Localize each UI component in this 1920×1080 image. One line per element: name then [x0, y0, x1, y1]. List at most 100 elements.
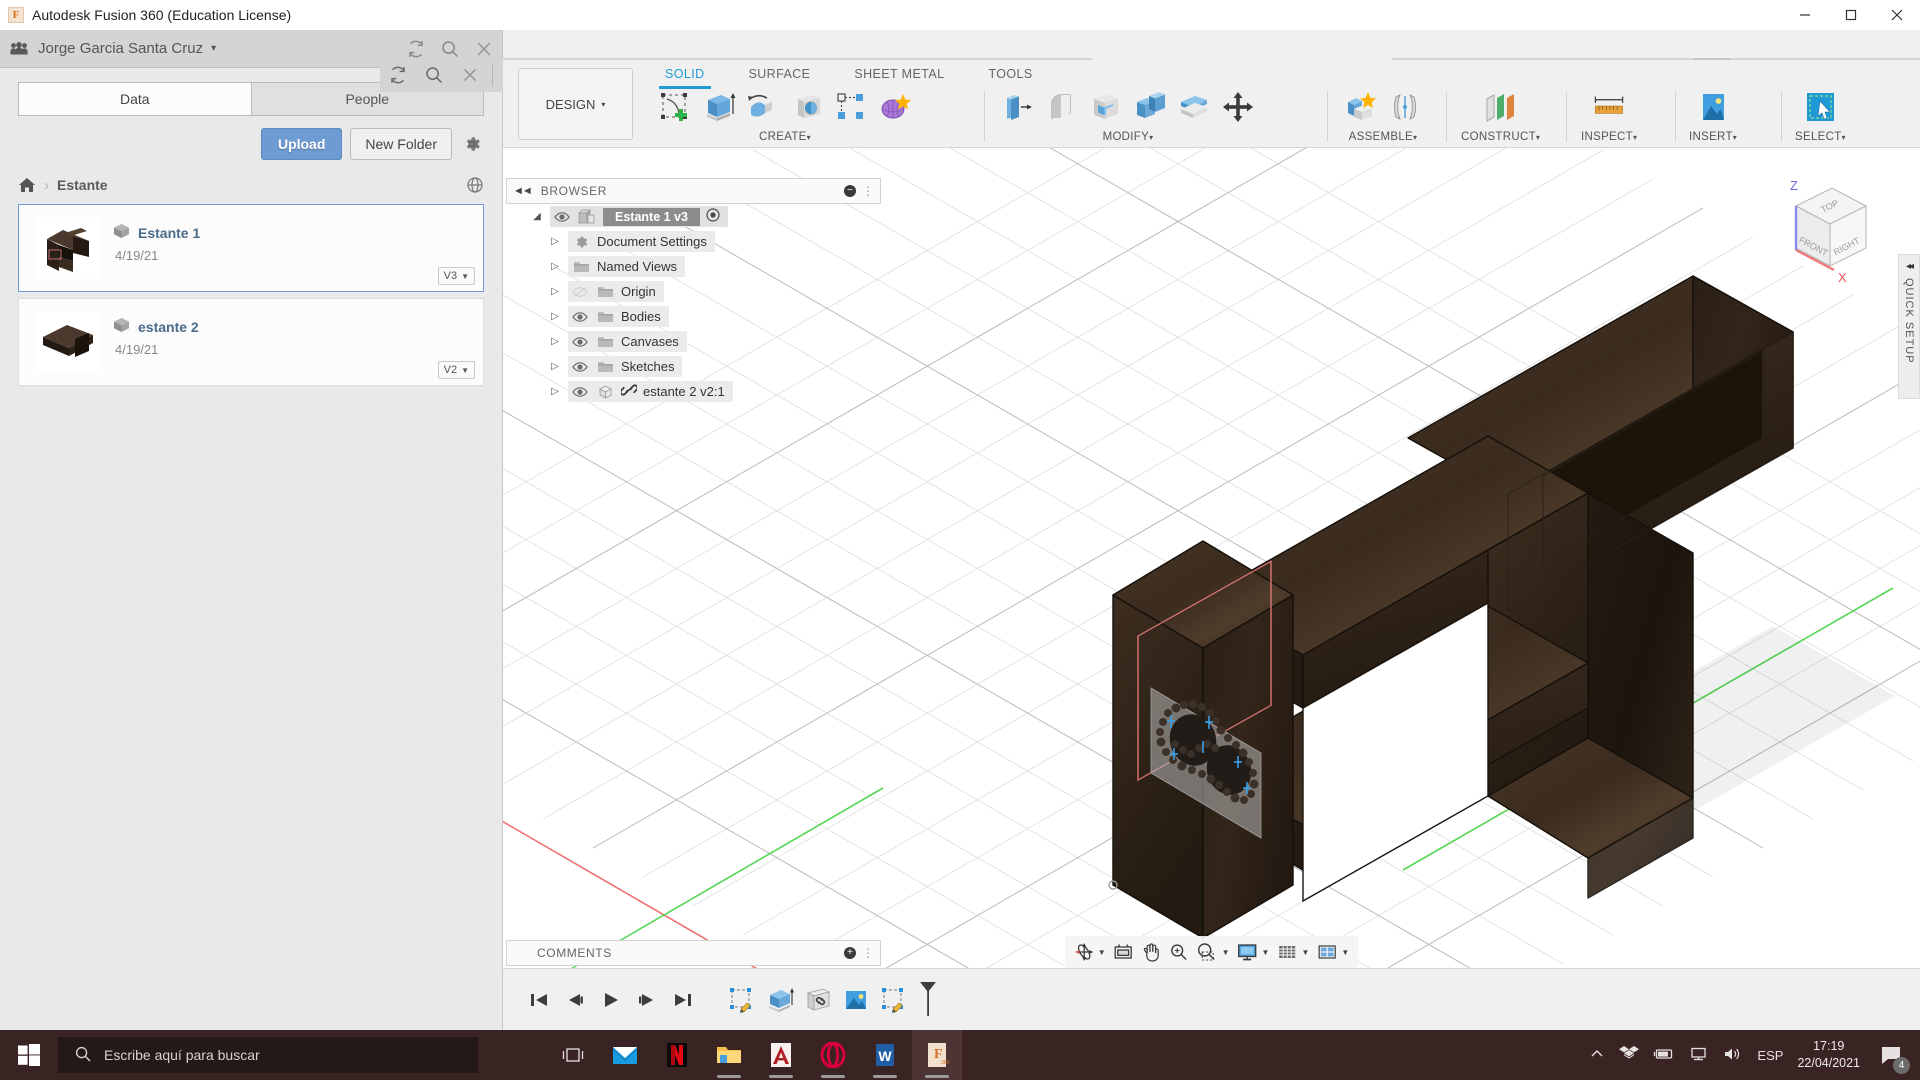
chevron-down-icon[interactable]: ▼ — [1262, 948, 1270, 957]
version-selector[interactable]: V3 ▼ — [437, 267, 475, 285]
network-tray-icon[interactable] — [1689, 1046, 1709, 1065]
user-name[interactable]: Jorge Garcia Santa Cruz — [38, 40, 203, 57]
canvas-feature-icon[interactable] — [839, 985, 873, 1015]
select-group-label[interactable]: SELECT▾ — [1795, 131, 1846, 143]
zoom-window-icon[interactable] — [1195, 938, 1221, 966]
refresh-icon[interactable] — [406, 39, 426, 59]
action-center-icon[interactable]: 4 — [1874, 1038, 1910, 1074]
move-copy-icon[interactable] — [1218, 86, 1258, 128]
mail-app-icon[interactable] — [600, 1030, 650, 1080]
look-at-icon[interactable] — [1111, 938, 1137, 966]
play-icon[interactable] — [595, 984, 627, 1016]
offset-plane-icon[interactable] — [1481, 86, 1521, 128]
view-cube[interactable]: TOP FRONT RIGHT Z X — [1754, 170, 1884, 300]
offset-face-icon[interactable] — [1174, 86, 1214, 128]
chevron-down-icon[interactable]: ▼ — [1098, 948, 1106, 957]
opera-app-icon[interactable] — [808, 1030, 858, 1080]
link-feature-icon[interactable] — [801, 985, 835, 1015]
display-settings-icon[interactable] — [1235, 938, 1261, 966]
tree-item-label[interactable]: Document Settings — [597, 234, 707, 249]
grip-icon[interactable]: ⋮ — [862, 184, 874, 198]
search-icon[interactable] — [416, 58, 452, 92]
orbit-icon[interactable] — [1071, 938, 1097, 966]
tree-row[interactable]: ▷ Document Settings — [506, 229, 881, 254]
zoom-icon[interactable] — [1167, 938, 1193, 966]
select-icon[interactable] — [1800, 86, 1840, 128]
insert-canvas-icon[interactable] — [1693, 86, 1733, 128]
list-item[interactable]: estante 2 4/19/21 V2 ▼ — [18, 298, 484, 386]
activate-icon[interactable] — [706, 208, 720, 225]
expand-arrow-icon[interactable]: ▷ — [548, 311, 562, 322]
item-name[interactable]: estante 2 — [138, 319, 199, 335]
tree-item-label[interactable]: Bodies — [621, 309, 661, 324]
eye-hidden-icon[interactable] — [571, 286, 589, 298]
netflix-app-icon[interactable] — [652, 1030, 702, 1080]
joint-icon[interactable] — [1385, 86, 1425, 128]
item-name[interactable]: Estante 1 — [138, 225, 200, 241]
expand-arrow-icon[interactable]: ▷ — [548, 386, 562, 397]
word-app-icon[interactable]: W — [860, 1030, 910, 1080]
tree-row[interactable]: ▷ Named Views — [506, 254, 881, 279]
inspect-group-label[interactable]: INSPECT▾ — [1581, 131, 1637, 143]
sketch2-feature-icon[interactable] — [877, 985, 911, 1015]
file-explorer-app-icon[interactable] — [704, 1030, 754, 1080]
autocad-app-icon[interactable] — [756, 1030, 806, 1080]
close-panel-icon[interactable] — [474, 39, 494, 59]
tree-row[interactable]: ▷ estante 2 v2:1 — [506, 379, 881, 404]
chevron-down-icon[interactable]: ▾ — [211, 43, 216, 54]
expand-arrow-icon[interactable]: ▷ — [548, 361, 562, 372]
fusion360-app-icon[interactable]: F 360 — [912, 1030, 962, 1080]
task-view-icon[interactable] — [548, 1030, 598, 1080]
eye-visible-icon[interactable] — [571, 361, 589, 373]
revolve-icon[interactable] — [743, 86, 783, 128]
expand-arrow-icon[interactable]: ◢ — [530, 211, 544, 222]
expand-arrow-icon[interactable]: ▷ — [548, 336, 562, 347]
assemble-group-label[interactable]: ASSEMBLE▾ — [1349, 131, 1418, 143]
modify-group-label[interactable]: MODIFY▾ — [1103, 131, 1154, 143]
go-to-start-icon[interactable] — [523, 984, 555, 1016]
globe-icon[interactable] — [466, 176, 484, 194]
eye-visible-icon[interactable] — [571, 311, 589, 323]
extrude-feature-icon[interactable] — [763, 985, 797, 1015]
maximize-icon[interactable] — [1828, 0, 1874, 30]
tree-row[interactable]: ▷ Canvases — [506, 329, 881, 354]
create-group-label[interactable]: CREATE▾ — [759, 131, 811, 143]
tree-item-label[interactable]: Sketches — [621, 359, 674, 374]
battery-tray-icon[interactable] — [1653, 1047, 1675, 1064]
viewports-icon[interactable] — [1314, 938, 1340, 966]
workspace-switcher[interactable]: DESIGN ▾ — [518, 68, 633, 140]
new-component-icon[interactable] — [1341, 86, 1381, 128]
minimize-icon[interactable] — [1782, 0, 1828, 30]
eye-visible-icon[interactable] — [571, 336, 589, 348]
collapse-left-icon[interactable]: ◂◂ — [1906, 261, 1914, 272]
create-sketch-icon[interactable] — [655, 86, 695, 128]
shell-icon[interactable] — [1086, 86, 1126, 128]
eye-visible-icon[interactable] — [571, 386, 589, 398]
new-folder-button[interactable]: New Folder — [350, 128, 452, 160]
tree-item-label[interactable]: Canvases — [621, 334, 679, 349]
chevron-down-icon[interactable]: ▼ — [1301, 948, 1309, 957]
breadcrumb-current[interactable]: Estante — [57, 177, 108, 193]
form-icon[interactable] — [875, 86, 915, 128]
collapse-left-icon[interactable]: ◄◄ — [513, 185, 533, 197]
press-pull-icon[interactable] — [998, 86, 1038, 128]
step-back-icon[interactable] — [559, 984, 591, 1016]
chevron-down-icon[interactable]: ▼ — [1341, 948, 1349, 957]
tree-row[interactable]: ▷ Bodies — [506, 304, 881, 329]
measure-icon[interactable] — [1589, 86, 1629, 128]
tab-data[interactable]: Data — [18, 82, 251, 116]
search-icon[interactable] — [440, 39, 460, 59]
dropbox-tray-icon[interactable] — [1619, 1045, 1640, 1066]
step-forward-icon[interactable] — [631, 984, 663, 1016]
grid-snaps-icon[interactable] — [1274, 938, 1300, 966]
list-item[interactable]: Estante 1 4/19/21 V3 ▼ — [18, 204, 484, 292]
pattern-icon[interactable] — [831, 86, 871, 128]
chevron-down-icon[interactable]: ▼ — [1222, 948, 1230, 957]
expand-arrow-icon[interactable]: ▷ — [548, 286, 562, 297]
close-icon[interactable] — [1874, 0, 1920, 30]
go-to-end-icon[interactable] — [667, 984, 699, 1016]
plus-circle-icon[interactable]: + — [844, 947, 856, 959]
upload-button[interactable]: Upload — [260, 128, 343, 160]
construct-group-label[interactable]: CONSTRUCT▾ — [1461, 131, 1540, 143]
language-indicator[interactable]: ESP — [1757, 1048, 1783, 1063]
